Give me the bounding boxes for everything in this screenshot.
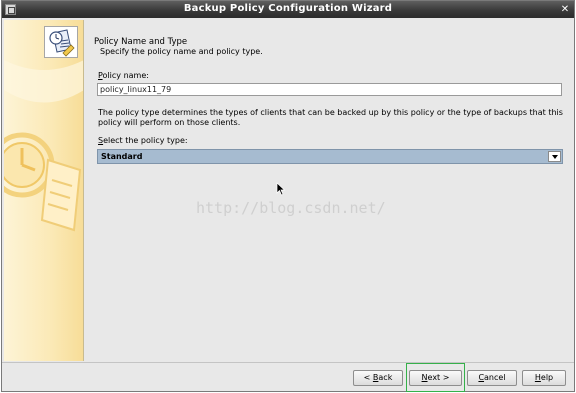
back-button-text: ack <box>378 373 393 382</box>
help-button[interactable]: Help <box>522 370 566 386</box>
policy-type-label-text: elect the policy type: <box>103 136 188 145</box>
wizard-sidebar <box>4 20 84 361</box>
back-button-prefix: < <box>363 373 373 382</box>
watermark-text: http://blog.csdn.net/ <box>196 199 386 217</box>
policy-name-input[interactable]: policy_linux11_79 <box>97 83 562 96</box>
wizard-policy-icon <box>44 26 78 58</box>
policy-type-selected: Standard <box>101 152 143 161</box>
cancel-button-text: ancel <box>484 373 506 382</box>
cancel-button[interactable]: Cancel <box>467 370 517 386</box>
next-button[interactable]: Next > <box>409 370 462 386</box>
mouse-pointer-icon <box>276 182 286 196</box>
policy-type-description: The policy type determines the types of … <box>98 108 563 127</box>
window-title: Backup Policy Configuration Wizard <box>183 3 393 14</box>
policy-name-label-text: olicy name: <box>102 71 149 80</box>
close-icon[interactable]: ✕ <box>559 4 571 15</box>
policy-type-select[interactable]: Standard <box>97 149 563 164</box>
policy-name-label: Policy name: <box>98 71 149 80</box>
button-bar: < Back Next > Cancel Help <box>2 362 574 392</box>
wizard-window: Backup Policy Configuration Wizard ✕ Pol… <box>1 0 575 392</box>
page-title: Policy Name and Type <box>94 37 188 47</box>
clock-watermark-icon <box>4 60 83 232</box>
next-button-text: ext > <box>427 373 450 382</box>
wizard-content: Policy Name and Type Specify the policy … <box>86 20 574 361</box>
title-bar[interactable]: Backup Policy Configuration Wizard ✕ <box>2 1 574 18</box>
dropdown-arrow-icon[interactable] <box>548 151 561 162</box>
back-button[interactable]: < Back <box>353 370 403 386</box>
page-subtitle: Specify the policy name and policy type. <box>100 47 263 56</box>
help-button-text: elp <box>540 373 554 382</box>
policy-type-label: Select the policy type: <box>98 136 188 145</box>
